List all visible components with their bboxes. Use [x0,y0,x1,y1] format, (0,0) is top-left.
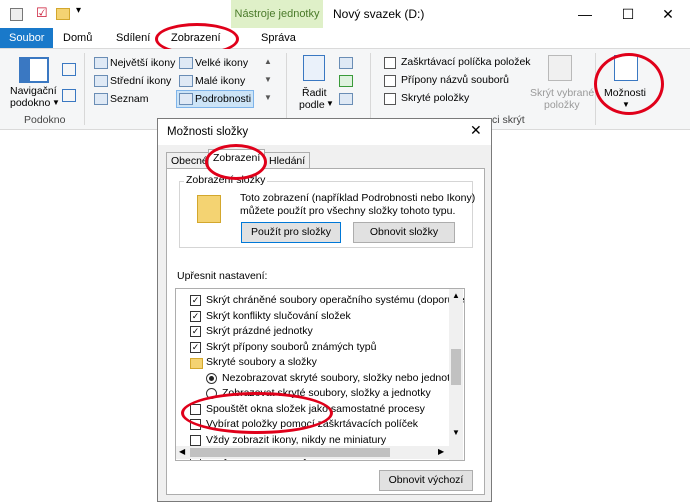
setting-label: Skrýt chráněné soubory operačního systém… [206,294,465,306]
extra-large-icons-icon [94,57,108,69]
layout-list[interactable]: Seznam [110,93,149,105]
layout-scroll-down-icon[interactable]: ▼ [264,75,272,84]
layout-large[interactable]: Velké ikony [195,57,248,69]
advanced-settings-list[interactable]: ✓ Skrýt chráněné soubory operačního systé… [175,288,465,461]
hidden-items-label: Skryté položky [401,92,470,104]
sort-by-label[interactable]: Řadit [302,87,327,99]
tab-manage[interactable]: Správa [253,28,304,48]
list-icon [94,93,108,105]
scrollbar[interactable]: ▲ ▼ [449,289,463,460]
maximize-button[interactable]: ☐ [613,4,643,24]
dialog-panel: Zobrazení složky Toto zobrazení (napříkl… [166,168,485,495]
reset-folders-button[interactable]: Obnovit složky [353,222,455,243]
item-checkboxes-label: Zaškrtávací políčka položek [401,56,531,68]
layout-medium[interactable]: Střední ikony [110,75,171,87]
highlight-circle-view-tab-dialog [205,144,267,180]
ribbon-tabs: Soubor Domů Sdílení Zobrazení Správa [0,23,690,55]
add-columns-icon[interactable] [339,75,353,87]
sort-dropdown-icon[interactable]: ▼ [326,99,334,108]
properties-check-icon[interactable]: ☑ [36,6,50,20]
large-icons-icon [179,57,193,69]
advanced-settings-label: Upřesnit nastavení: [177,270,268,282]
scroll-down-icon[interactable]: ▼ [452,428,460,437]
tab-home[interactable]: Domů [55,28,100,48]
size-columns-icon[interactable] [339,93,353,105]
sort-by-label-2[interactable]: podle [299,99,325,111]
group-by-icon[interactable] [339,57,353,69]
restore-defaults-button[interactable]: Obnovit výchozí [379,470,473,491]
details-pane-icon[interactable] [62,89,76,102]
folder-options-dialog: Možnosti složky ✕ Obecné Zobrazení Hledá… [157,118,492,502]
tab-share[interactable]: Sdílení [108,28,158,48]
setting-label: Skryté soubory a složky [206,356,317,368]
group-show-hide-label: ci skrýt [492,114,525,126]
setting-label: Skrýt konflikty slučování složek [206,309,351,322]
setting-checkbox[interactable]: ✓ [190,295,201,306]
layout-expand-icon[interactable]: ▼ [264,93,272,102]
navigation-pane-label[interactable]: Navigační [10,85,57,97]
setting-checkbox[interactable] [190,434,201,446]
title-bar: ☑ ▾ Nástroje jednotky Nový svazek (D:) —… [0,0,690,28]
file-extensions-label: Přípony názvů souborů [401,74,509,86]
small-icons-icon [179,75,193,87]
scroll-left-icon[interactable]: ◀ [179,447,185,456]
setting-label: Skrýt přípony souborů známých typů [206,340,377,353]
item-checkboxes-checkbox[interactable] [384,57,396,69]
navigation-pane-icon [19,57,49,83]
navigation-pane-label-2[interactable]: podokno [10,97,50,109]
layout-scroll-up-icon[interactable]: ▲ [264,57,272,66]
window-title: Nový svazek (D:) [333,7,425,21]
setting-checkbox[interactable]: ✓ [190,310,201,322]
folder-views-icon [197,195,221,223]
details-icon [179,93,193,105]
folder-views-description-2: můžete použít pro všechny složky tohoto … [240,205,456,217]
sort-by-icon [303,55,325,81]
navigation-pane-dropdown-icon[interactable]: ▼ [52,98,60,107]
scroll-right-icon[interactable]: ▶ [438,447,444,456]
hide-selected-label[interactable]: Skrýt vybrané [530,87,594,99]
quick-access-icon[interactable] [10,8,23,21]
tab-file[interactable]: Soubor [0,28,54,48]
highlight-circle-options [594,53,664,115]
contextual-tab-header: Nástroje jednotky [231,0,323,28]
setting-label: Skrýt prázdné jednotky [206,325,313,337]
setting-label: Nezobrazovat skryté soubory, složky nebo… [222,371,461,384]
divider [286,53,287,125]
layout-details[interactable]: Podrobnosti [195,93,251,105]
medium-icons-icon [94,75,108,87]
group-pane-label: Podokno [24,114,66,126]
file-extensions-checkbox[interactable] [384,75,396,87]
customize-toolbar-icon[interactable]: ▾ [76,5,90,19]
dialog-close-icon[interactable]: ✕ [470,122,482,139]
setting-checkbox[interactable]: ✓ [190,326,201,337]
divider [370,53,371,125]
hide-selected-icon [548,55,572,81]
layout-small[interactable]: Malé ikony [195,75,245,87]
horizontal-scroll-thumb[interactable] [190,448,390,457]
highlight-circle-hidden-files [181,392,333,434]
scroll-thumb[interactable] [451,349,461,385]
folder-icon [190,358,203,369]
scroll-up-icon[interactable]: ▲ [452,291,460,300]
tab-search[interactable]: Hledání [264,152,311,169]
divider [84,53,85,125]
setting-checkbox[interactable]: ✓ [190,341,201,353]
close-button[interactable]: ✕ [653,4,683,24]
setting-radio[interactable] [206,372,217,384]
folder-views-description: Toto zobrazení (například Podrobnosti ne… [240,192,476,204]
horizontal-scrollbar[interactable]: ◀ ▶ [176,446,449,459]
new-folder-icon[interactable] [56,8,70,20]
minimize-button[interactable]: — [570,4,600,24]
hide-selected-label-2[interactable]: položky [544,99,580,111]
preview-pane-icon[interactable] [62,63,76,76]
layout-extra-large[interactable]: Největší ikony [110,57,175,69]
hidden-items-checkbox[interactable] [384,93,396,105]
apply-to-folders-button[interactable]: Použít pro složky [241,222,341,243]
dialog-title-bar: Možnosti složky ✕ [158,119,491,145]
dialog-title: Možnosti složky [167,126,249,138]
